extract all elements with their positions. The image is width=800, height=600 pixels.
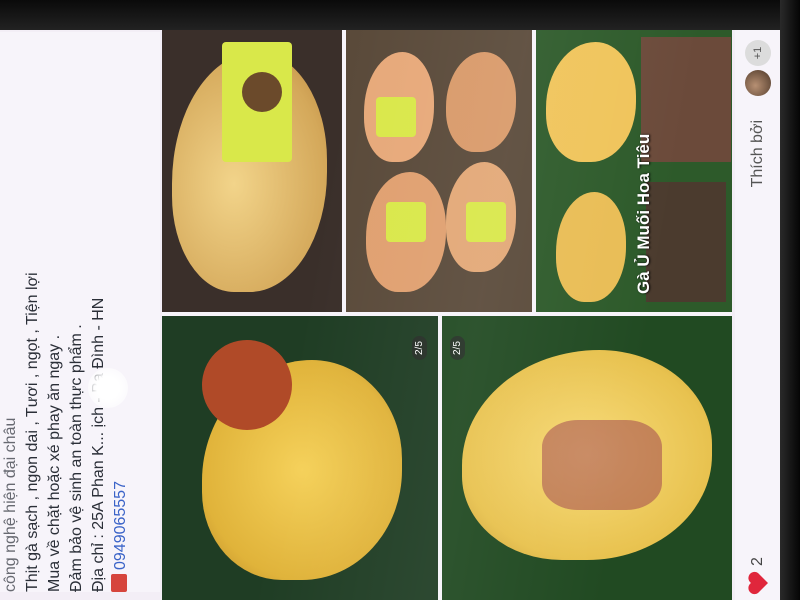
phone-screen: công nghệ hiện đại châu Thịt gà sạch , n… <box>0 30 780 600</box>
post-text: công nghệ hiện đại châu Thịt gà sạch , n… <box>0 32 160 592</box>
post-line-2: Thịt gà sạch , ngon dai , Tươi , ngọt , … <box>24 272 41 592</box>
post-line-1: công nghệ hiện đại châu <box>2 417 19 592</box>
phone-emoji-icon <box>111 574 127 592</box>
photo-grid: Gà Ủ Muối Hoa Tiêu 2/5 2/5 <box>162 30 732 600</box>
photo-chicken-leg[interactable]: 2/5 <box>162 316 438 600</box>
post-line-4: Đảm bảo vệ sinh an toàn thực phẩm . <box>68 324 85 592</box>
chicken-image <box>556 192 626 302</box>
plus-count-badge[interactable]: +1 <box>745 40 771 66</box>
product-label-image <box>386 202 426 242</box>
label-logo-image <box>242 72 282 112</box>
product-label-image <box>466 202 506 242</box>
liked-by-label[interactable]: Thích bởi <box>749 120 767 187</box>
photo-pager-badge: 2/5 <box>450 336 465 360</box>
chicken-package-image <box>641 37 731 162</box>
avatar[interactable] <box>745 70 771 96</box>
post-line-5: Địa chỉ : 25A Phan K... ịch - Ba Đình - … <box>90 297 107 592</box>
phone-number[interactable]: 0949065557 <box>112 481 129 570</box>
chicken-image <box>546 42 636 162</box>
reactions-bar: 2 Thích bởi +1 <box>735 30 780 600</box>
dipping-bowl-image <box>202 340 292 430</box>
reaction-count[interactable]: 2 <box>749 557 767 566</box>
phone-number-link[interactable]: 0949065557 <box>110 32 132 592</box>
photo-packaged-chicken[interactable] <box>162 30 342 312</box>
device-bezel-right <box>780 0 800 600</box>
meat-slice-image <box>542 420 662 510</box>
chicken-package-image <box>646 182 726 302</box>
product-label-image <box>376 97 416 137</box>
photo-overlay-title: Gà Ủ Muối Hoa Tiêu <box>634 133 653 294</box>
post-line-3: Mua về chặt hoặc xé phay ăn ngay . <box>46 334 63 592</box>
rotated-content: công nghệ hiện đại châu Thịt gà sạch , n… <box>0 30 780 600</box>
device-bezel-top <box>0 0 800 30</box>
finger-glare <box>88 368 128 408</box>
chicken-image <box>446 52 516 152</box>
photo-cut-chicken-collage[interactable]: Gà Ủ Muối Hoa Tiêu <box>536 30 732 312</box>
photo-packaged-chickens-2[interactable] <box>346 30 532 312</box>
photo-pager-badge: 2/5 <box>412 336 427 360</box>
photo-sliced-chicken[interactable]: 2/5 <box>442 316 732 600</box>
heart-reaction-icon[interactable] <box>747 571 769 595</box>
